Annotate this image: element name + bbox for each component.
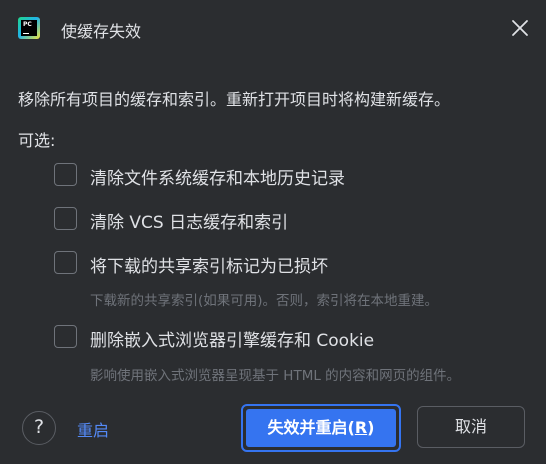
option-hint: 下载新的共享索引(如果可用)。否则，索引将在本地重建。 [90, 293, 439, 309]
help-icon: ? [33, 416, 45, 438]
checkbox-delete-browser-cache[interactable] [54, 325, 77, 348]
pycharm-logo-icon: PC [18, 17, 40, 39]
dialog-title: 使缓存失效 [61, 22, 142, 41]
cancel-button[interactable]: 取消 [417, 406, 525, 448]
option-label: 删除嵌入式浏览器引擎缓存和 Cookie [90, 331, 375, 351]
checkbox-clear-filesystem-cache[interactable] [54, 163, 77, 186]
primary-button-mnemonic: R [354, 418, 368, 437]
option-label: 清除文件系统缓存和本地历史记录 [90, 169, 345, 189]
option-hint: 影响使用嵌入式浏览器呈现基于 HTML 的内容和网页的组件。 [90, 368, 461, 384]
checkbox-clear-vcs-log[interactable] [54, 207, 77, 230]
dialog-description: 移除所有项目的缓存和索引。重新打开项目时将构建新缓存。 [18, 90, 451, 109]
restart-link[interactable]: 重启 [77, 417, 109, 441]
option-label: 清除 VCS 日志缓存和索引 [90, 213, 289, 233]
primary-button-face: 失效并重启(R) [245, 408, 397, 448]
help-button[interactable]: ? [22, 411, 56, 445]
options-label: 可选: [18, 131, 56, 150]
checkbox-mark-shared-indexes-corrupted[interactable] [54, 251, 77, 274]
primary-button-label: 失效并重启( [267, 418, 355, 437]
invalidate-and-restart-button[interactable]: 失效并重启(R) [241, 404, 401, 452]
primary-button-suffix: ) [367, 418, 375, 437]
dialog-titlebar: PC 使缓存失效 [0, 0, 546, 58]
close-icon[interactable] [508, 16, 532, 40]
option-label: 将下载的共享索引标记为已损坏 [90, 257, 328, 277]
logo-text: PC [23, 21, 32, 28]
